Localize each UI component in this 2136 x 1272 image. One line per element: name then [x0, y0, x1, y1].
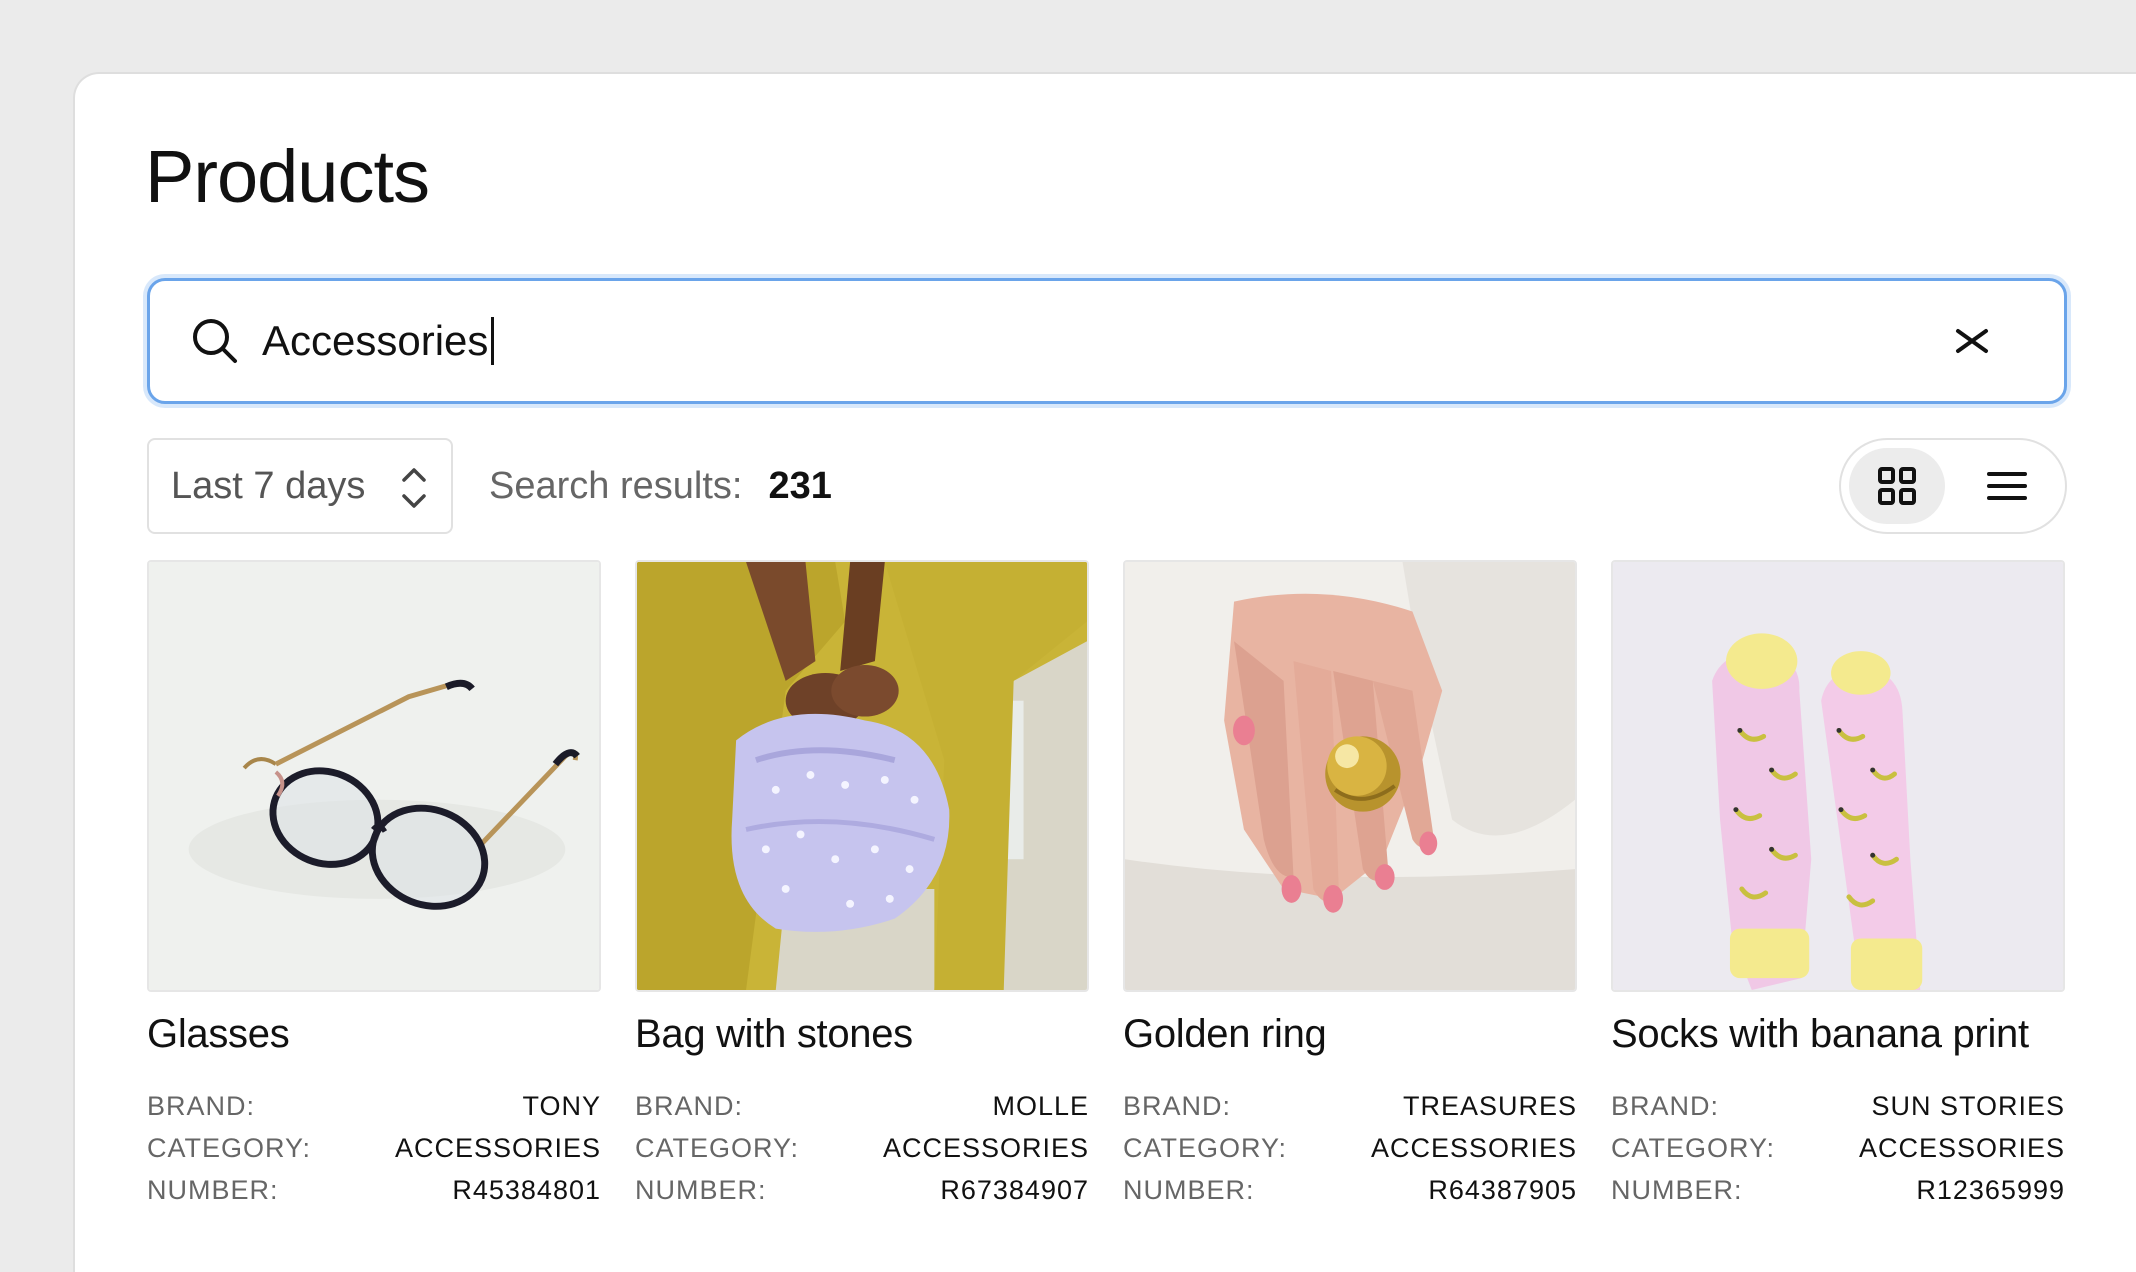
number-value: R64387905 [1428, 1175, 1577, 1205]
brand-value: SUN STORIES [1871, 1091, 2065, 1121]
category-label: CATEGORY: [1123, 1133, 1288, 1163]
meta-row-category: CATEGORY: ACCESSORIES [147, 1127, 601, 1169]
bag-image [637, 562, 1087, 990]
ring-image [1125, 562, 1575, 990]
meta-row-number: NUMBER: R12365999 [1611, 1169, 2065, 1211]
number-label: NUMBER: [147, 1175, 279, 1205]
list-icon [1987, 472, 2027, 500]
category-value: ACCESSORIES [882, 1133, 1089, 1163]
meta-row-brand: BRAND: MOLLE [635, 1085, 1089, 1127]
number-value: R12365999 [1916, 1175, 2065, 1205]
meta-row-number: NUMBER: R67384907 [635, 1169, 1089, 1211]
brand-label: BRAND: [1611, 1091, 1720, 1121]
category-value: ACCESSORIES [1858, 1133, 2065, 1163]
product-card[interactable]: Socks with banana print BRAND: SUN STORI… [1611, 560, 2065, 1211]
page-title: Products [145, 135, 430, 218]
product-image-glasses[interactable] [147, 560, 601, 992]
view-mode-toggle [1839, 438, 2067, 534]
date-range-value: Last 7 days [171, 464, 366, 507]
product-image-bag[interactable] [635, 560, 1089, 992]
number-value: R67384907 [940, 1175, 1089, 1205]
category-label: CATEGORY: [635, 1133, 800, 1163]
app-window: Products Accessories Last 7 days Search … [73, 72, 2136, 1272]
search-icon [193, 319, 237, 363]
close-icon[interactable] [1950, 319, 1994, 363]
meta-row-category: CATEGORY: ACCESSORIES [1123, 1127, 1577, 1169]
socks-image [1613, 562, 2063, 990]
text-caret [491, 317, 495, 365]
glasses-image [149, 562, 599, 990]
product-card[interactable]: Bag with stones BRAND: MOLLE CATEGORY: A… [635, 560, 1089, 1211]
meta-row-category: CATEGORY: ACCESSORIES [635, 1127, 1089, 1169]
meta-row-category: CATEGORY: ACCESSORIES [1611, 1127, 2065, 1169]
product-meta: BRAND: SUN STORIES CATEGORY: ACCESSORIES… [1611, 1085, 2065, 1211]
meta-row-number: NUMBER: R64387905 [1123, 1169, 1577, 1211]
product-meta: BRAND: TREASURES CATEGORY: ACCESSORIES N… [1123, 1085, 1577, 1211]
product-meta: BRAND: MOLLE CATEGORY: ACCESSORIES NUMBE… [635, 1085, 1089, 1211]
chevron-up-down-icon [402, 468, 426, 508]
product-name[interactable]: Golden ring [1123, 1012, 1577, 1057]
search-input[interactable]: Accessories [147, 278, 2067, 404]
product-image-socks[interactable] [1611, 560, 2065, 992]
results-label: Search results: [489, 464, 743, 507]
product-meta: BRAND: TONY CATEGORY: ACCESSORIES NUMBER… [147, 1085, 601, 1211]
category-label: CATEGORY: [147, 1133, 312, 1163]
search-results-summary: Search results: 231 [489, 438, 832, 534]
search-value[interactable]: Accessories [262, 317, 1950, 365]
product-name[interactable]: Socks with banana print [1611, 1012, 2065, 1057]
brand-label: BRAND: [147, 1091, 256, 1121]
meta-row-number: NUMBER: R45384801 [147, 1169, 601, 1211]
number-label: NUMBER: [1123, 1175, 1255, 1205]
product-card[interactable]: Golden ring BRAND: TREASURES CATEGORY: A… [1123, 560, 1577, 1211]
brand-value: TONY [522, 1091, 601, 1121]
number-label: NUMBER: [1611, 1175, 1743, 1205]
product-card[interactable]: Glasses BRAND: TONY CATEGORY: ACCESSORIE… [147, 560, 601, 1211]
brand-value: TREASURES [1402, 1091, 1577, 1121]
number-label: NUMBER: [635, 1175, 767, 1205]
brand-label: BRAND: [635, 1091, 744, 1121]
grid-icon [1878, 467, 1916, 505]
search-text: Accessories [262, 317, 489, 364]
results-toolbar: Last 7 days Search results: 231 [147, 438, 2067, 534]
date-range-select[interactable]: Last 7 days [147, 438, 453, 534]
category-value: ACCESSORIES [394, 1133, 601, 1163]
meta-row-brand: BRAND: TONY [147, 1085, 601, 1127]
grid-view-button[interactable] [1849, 448, 1945, 524]
product-name[interactable]: Bag with stones [635, 1012, 1089, 1057]
category-label: CATEGORY: [1611, 1133, 1776, 1163]
meta-row-brand: BRAND: SUN STORIES [1611, 1085, 2065, 1127]
brand-label: BRAND: [1123, 1091, 1232, 1121]
meta-row-brand: BRAND: TREASURES [1123, 1085, 1577, 1127]
brand-value: MOLLE [992, 1091, 1089, 1121]
product-name[interactable]: Glasses [147, 1012, 601, 1057]
number-value: R45384801 [452, 1175, 601, 1205]
results-count: 231 [768, 464, 832, 507]
list-view-button[interactable] [1959, 448, 2055, 524]
product-image-ring[interactable] [1123, 560, 1577, 992]
category-value: ACCESSORIES [1370, 1133, 1577, 1163]
